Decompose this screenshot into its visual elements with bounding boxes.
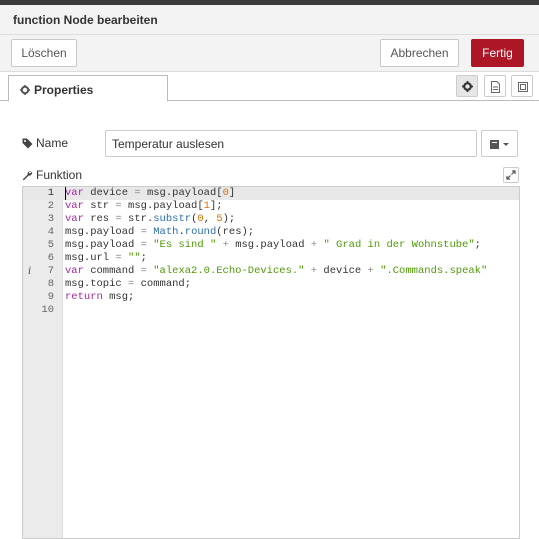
function-label: Funktion xyxy=(36,168,83,182)
code-token: msg.payload xyxy=(65,239,141,251)
line-number: 10 xyxy=(41,304,54,316)
code-line[interactable]: 8 msg.topic = command; xyxy=(23,278,519,291)
code-token: "" xyxy=(128,252,141,264)
code-line[interactable]: 5 msg.payload = "Es sind " + msg.payload … xyxy=(23,239,519,252)
line-number: 1 xyxy=(47,187,54,199)
wrench-icon xyxy=(22,168,36,182)
code-token: var xyxy=(65,265,84,277)
function-label-row: Funktion xyxy=(22,168,82,182)
code-token: var xyxy=(65,200,84,212)
icon-select-button[interactable] xyxy=(481,130,518,157)
code-token: str. xyxy=(121,213,154,225)
line-code: var command = "alexa2.0.Echo-Devices." +… xyxy=(65,265,487,278)
text-cursor xyxy=(65,187,66,200)
name-label-row: Name xyxy=(22,136,68,150)
code-token: substr xyxy=(153,213,192,225)
code-token: var xyxy=(65,213,84,225)
name-label: Name xyxy=(36,136,69,150)
line-number: 5 xyxy=(47,239,54,251)
code-token: msg; xyxy=(102,291,135,303)
code-token: msg.topic xyxy=(65,278,129,290)
tray-title: function Node bearbeiten xyxy=(13,13,158,27)
description-tab-button[interactable] xyxy=(484,75,506,97)
line-number: 9 xyxy=(47,291,54,303)
line-number: 2 xyxy=(47,200,54,212)
code-token: return xyxy=(65,291,103,303)
code-editor[interactable]: 1 var device = msg.payload[0] 2 var str = m… xyxy=(22,186,520,539)
code-token: ]; xyxy=(209,200,223,212)
code-token: "alexa2.0.Echo-Devices." xyxy=(153,265,305,277)
gear-icon xyxy=(20,84,30,98)
line-code: msg.payload = "Es sind " + msg.payload +… xyxy=(65,239,481,252)
code-token: msg.payload xyxy=(65,226,141,238)
code-line[interactable]: 6 msg.url = ""; xyxy=(23,252,519,265)
code-token: round xyxy=(184,226,217,238)
code-token: msg.payload[ xyxy=(121,200,204,212)
expand-editor-button[interactable] xyxy=(503,167,519,183)
tag-icon xyxy=(22,136,36,150)
code-line[interactable]: 3 var res = str.substr(0, 5); xyxy=(23,213,519,226)
code-token: msg.payload[ xyxy=(140,187,223,199)
code-line[interactable]: 9 return msg; xyxy=(23,291,519,304)
line-code: msg.payload = Math.round(res); xyxy=(65,226,254,239)
code-token: Math xyxy=(153,226,179,238)
code-line[interactable]: 7 i var command = "alexa2.0.Echo-Devices."… xyxy=(23,265,519,278)
code-token: "Es sind " xyxy=(153,239,217,251)
line-code: return msg; xyxy=(65,291,134,304)
tab-bar: Properties xyxy=(0,72,539,102)
cancel-button[interactable]: Abbrechen xyxy=(380,39,459,67)
code-token: str xyxy=(83,200,116,212)
line-number: 3 xyxy=(47,213,54,225)
code-line[interactable]: 1 var device = msg.payload[0] xyxy=(23,187,519,200)
tab-properties-label: Properties xyxy=(34,83,94,97)
line-number: 8 xyxy=(47,278,54,290)
code-token: msg.payload xyxy=(228,239,311,251)
code-line[interactable]: 4 msg.payload = Math.round(res); xyxy=(23,226,519,239)
code-token: res xyxy=(83,213,116,225)
code-token: device xyxy=(317,265,368,277)
code-token: (res); xyxy=(216,226,255,238)
code-token: ; xyxy=(474,239,481,251)
info-marker-icon[interactable]: i xyxy=(28,265,31,278)
tray-header: function Node bearbeiten xyxy=(0,5,539,35)
tab-properties[interactable]: Properties xyxy=(8,75,168,102)
code-token: ); xyxy=(222,213,236,225)
line-code: var device = msg.payload[0] xyxy=(65,187,235,200)
code-token: ; xyxy=(140,252,147,264)
code-token: msg.url xyxy=(65,252,116,264)
code-token: var xyxy=(65,187,84,199)
code-line[interactable]: 2 var str = msg.payload[1]; xyxy=(23,200,519,213)
line-number: 4 xyxy=(47,226,54,238)
code-token: device xyxy=(83,187,135,199)
code-token: command xyxy=(83,265,141,277)
code-line[interactable]: 10 xyxy=(23,304,519,317)
code-token: " Grad in der Wohnstube" xyxy=(323,239,475,251)
done-button[interactable]: Fertig xyxy=(471,39,524,67)
code-token: ] xyxy=(228,187,236,199)
code-token: , xyxy=(203,213,217,225)
line-number: 6 xyxy=(47,252,54,264)
tray-toolbar: Löschen Abbrechen Fertig xyxy=(0,35,539,72)
line-code: msg.url = ""; xyxy=(65,252,147,265)
code-token: command; xyxy=(134,278,192,290)
settings-tab-button[interactable] xyxy=(456,75,478,97)
delete-button[interactable]: Löschen xyxy=(11,39,77,67)
name-input[interactable]: Temperatur auslesen xyxy=(105,130,477,157)
line-code: msg.topic = command; xyxy=(65,278,191,291)
code-token: ".Commands.speak" xyxy=(380,265,488,277)
line-code: var res = str.substr(0, 5); xyxy=(65,213,235,226)
appearance-tab-button[interactable] xyxy=(511,75,533,97)
line-code: var str = msg.payload[1]; xyxy=(65,200,223,213)
